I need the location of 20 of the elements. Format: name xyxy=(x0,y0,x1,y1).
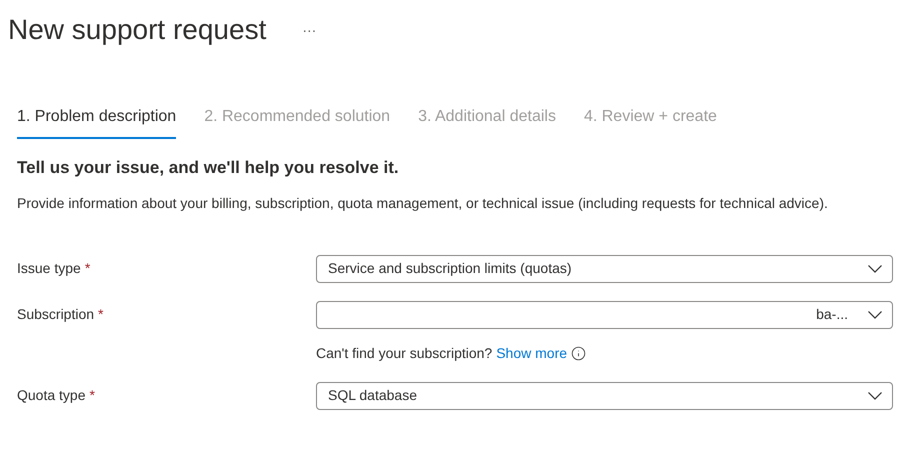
page-title: New support request xyxy=(8,13,266,47)
step-tab[interactable]: 1. Problem description xyxy=(17,105,176,139)
required-mark: * xyxy=(90,386,95,405)
info-icon[interactable] xyxy=(571,346,586,360)
field-label: Subscription xyxy=(17,305,94,324)
section-heading: Tell us your issue, and we'll help you resolve it. xyxy=(17,157,400,179)
hint-text: Can't find your subscription? xyxy=(316,344,492,363)
dropdown-field[interactable]: Service and subscription limits (quotas) xyxy=(316,254,893,282)
dropdown-field[interactable]: SQL database xyxy=(316,382,893,410)
dropdown-field[interactable]: ba-... xyxy=(316,300,893,328)
show-more-link[interactable]: Show more xyxy=(496,342,568,364)
chevron-down-icon xyxy=(868,264,882,272)
more-options-button[interactable]: ··· xyxy=(298,20,320,40)
chevron-down-icon xyxy=(868,310,882,318)
section-description: Provide information about your billing, subscription, quota management, or technical issue (including requests for technical advice). xyxy=(17,194,829,212)
field-label: Issue type xyxy=(17,259,81,278)
required-mark: * xyxy=(98,305,104,324)
chevron-down-icon xyxy=(868,392,882,400)
field-label: Quota type xyxy=(17,386,86,405)
required-mark: * xyxy=(84,259,90,278)
